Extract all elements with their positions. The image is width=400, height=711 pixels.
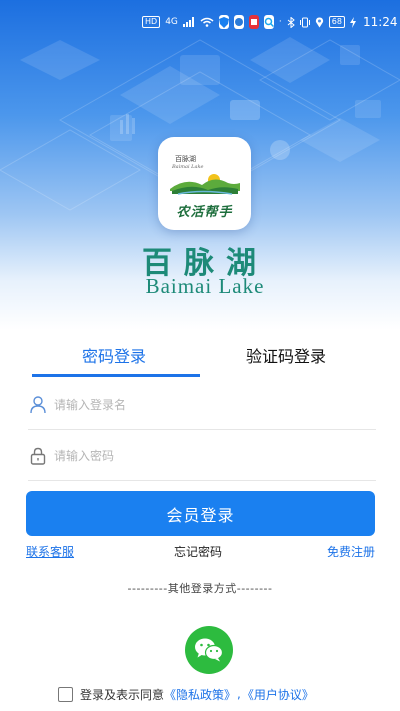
active-tab-indicator bbox=[32, 374, 200, 377]
brand-subtitle: Baimai Lake bbox=[145, 274, 265, 298]
user-icon bbox=[28, 395, 48, 415]
privacy-policy-link[interactable]: 《隐私政策》 bbox=[164, 686, 236, 703]
wifi-icon bbox=[200, 15, 214, 29]
network-indicator: 4G bbox=[165, 17, 178, 27]
logo-sub-title: 百脉湖 bbox=[175, 155, 196, 163]
bluetooth-icon bbox=[287, 15, 295, 29]
agreement-separator: , bbox=[237, 687, 241, 701]
wechat-icon bbox=[195, 638, 224, 662]
agreement-row: 登录及表示同意 《隐私政策》 , 《用户协议》 bbox=[58, 684, 314, 704]
status-bar: HD 4G · 68 11:24 bbox=[0, 0, 400, 44]
location-icon bbox=[315, 15, 324, 29]
more-dots-icon: · bbox=[278, 17, 282, 27]
free-register-link[interactable]: 免费注册 bbox=[327, 543, 375, 560]
forgot-password-link[interactable]: 忘记密码 bbox=[174, 543, 222, 560]
auxiliary-links: 联系客服 忘记密码 免费注册 bbox=[26, 543, 375, 563]
app-logo: 百脉湖 Baimai Lake 农活帮手 bbox=[158, 137, 251, 230]
clock: 11:24 bbox=[362, 15, 398, 29]
agree-checkbox[interactable] bbox=[58, 686, 73, 702]
username-input[interactable] bbox=[54, 397, 354, 412]
user-agreement-link[interactable]: 《用户协议》 bbox=[242, 686, 314, 703]
wechat-login-button[interactable] bbox=[185, 626, 233, 674]
lock-icon bbox=[28, 446, 48, 466]
agreement-prefix: 登录及表示同意 bbox=[80, 687, 165, 702]
battery-level: 68 bbox=[328, 16, 345, 28]
logo-landscape-icon bbox=[170, 174, 240, 195]
member-login-button[interactable]: 会员登录 bbox=[26, 491, 375, 536]
username-field bbox=[28, 380, 376, 430]
tab-code-login[interactable]: 验证码登录 bbox=[200, 344, 372, 378]
vibrate-icon bbox=[299, 15, 310, 29]
logo-app-name: 农活帮手 bbox=[176, 205, 233, 220]
app-notification-icon-red bbox=[248, 15, 259, 29]
signal-icon bbox=[182, 15, 195, 29]
login-tabs: 密码登录 验证码登录 bbox=[28, 344, 372, 378]
tab-password-login[interactable]: 密码登录 bbox=[28, 344, 200, 378]
charging-icon bbox=[349, 15, 356, 29]
contact-service-link[interactable]: 联系客服 bbox=[26, 543, 74, 560]
app-notification-icon bbox=[233, 15, 244, 29]
hd-badge: HD bbox=[142, 16, 161, 28]
shield-app-icon bbox=[218, 15, 229, 29]
search-app-icon bbox=[263, 15, 274, 29]
password-field bbox=[28, 431, 376, 481]
password-input[interactable] bbox=[54, 448, 354, 463]
other-login-divider: ---------其他登录方式-------- bbox=[127, 582, 273, 595]
